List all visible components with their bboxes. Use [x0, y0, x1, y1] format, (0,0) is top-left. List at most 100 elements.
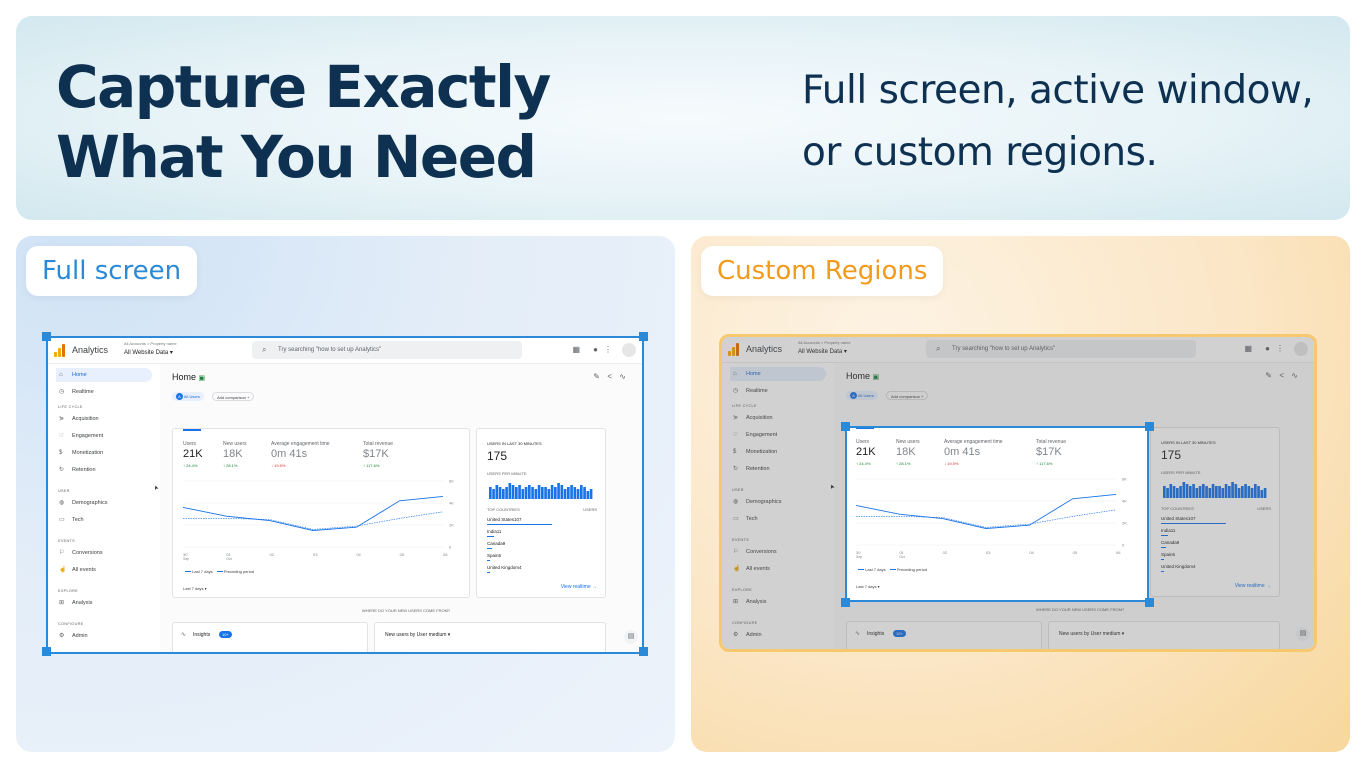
- apps-grid-icon[interactable]: ▦: [572, 345, 580, 354]
- y-tick-label: 0: [449, 545, 452, 550]
- hero-subtitle-line2: or custom regions.: [802, 130, 1158, 175]
- metric-delta: ↓ 19.5%: [271, 463, 286, 468]
- sidebar-item-acquisition[interactable]: ⋟ Acquisition: [56, 412, 152, 426]
- series-line-previous: [183, 511, 444, 530]
- flag-icon: ⚐: [59, 550, 65, 556]
- country-name: Spain: [487, 553, 499, 558]
- country-share-bar: [487, 572, 490, 573]
- selection-handle-top-left[interactable]: [42, 332, 51, 341]
- legend-previous-label: Preceding period: [896, 567, 928, 572]
- y-tick-label: 2K: [1122, 521, 1127, 526]
- analytics-logo-icon: [54, 344, 66, 357]
- overview-card: Users21K ↑ 24.4% New users18K ↑ 28.1% Averag…: [172, 428, 470, 598]
- add-comparison-button[interactable]: Add comparison +: [212, 392, 255, 401]
- date-range-selector[interactable]: Last 7 days ▾: [856, 584, 880, 589]
- x-tick-label: 04: [356, 552, 361, 557]
- active-tab-indicator: [856, 428, 874, 429]
- sidebar-item-realtime[interactable]: ◷ Realtime: [56, 385, 152, 399]
- gear-icon: ⚙: [59, 633, 65, 639]
- touch-icon: ☝: [59, 567, 67, 573]
- sidebar-item-conversions[interactable]: ⚐ Conversions: [56, 546, 152, 560]
- new-users-dropdown[interactable]: New users by User medium ▾: [385, 632, 450, 638]
- sidebar-item-analysis[interactable]: ⊞ Analysis: [56, 596, 152, 610]
- globe-icon: ◍: [59, 500, 65, 506]
- sidebar-item-admin[interactable]: ⚙ Admin: [56, 629, 152, 643]
- users-column-label: USERS: [583, 507, 597, 512]
- sidebar-item-label: Admin: [72, 633, 88, 639]
- sidebar-item-monetization[interactable]: $ Monetization: [56, 446, 152, 460]
- country-share-bar: [487, 560, 491, 561]
- sidebar-item-engagement[interactable]: ☞ Engagement: [56, 429, 152, 443]
- property-selector[interactable]: All Website Data ▾: [124, 349, 173, 356]
- region-handle-bottom-right[interactable]: [1145, 598, 1154, 607]
- hero-title-line1: Capture Exactly: [56, 53, 551, 121]
- share-icon[interactable]: <: [607, 372, 612, 381]
- series-line-current: [855, 493, 1117, 529]
- x-tick-label: 03: [313, 552, 318, 557]
- page-title: Home ▣: [172, 372, 205, 382]
- realtime-bar: [554, 487, 557, 499]
- realtime-bar: [547, 489, 551, 499]
- hero-subtitle: Full screen, active window, or custom re…: [802, 60, 1332, 184]
- realtime-bar: [489, 487, 492, 499]
- region-handle-bottom-left[interactable]: [841, 598, 850, 607]
- region-handle-top-right[interactable]: [1145, 422, 1154, 431]
- sidebar: ⌂ Home ◷ Realtime LIFE CYCLE ⋟ Acquisition …: [48, 364, 160, 652]
- realtime-bar: [515, 487, 518, 499]
- sidebar-item-label: Demographics: [72, 500, 108, 506]
- country-row: United Kingdom4: [487, 565, 597, 573]
- metric-delta: ↑ 28.1%: [223, 463, 238, 468]
- main-content: Home ▣ ✎ < ∿ A All Users Add comparison …: [160, 364, 642, 652]
- avatar-a-icon: A: [176, 393, 183, 400]
- realtime-bar: [534, 489, 538, 499]
- x-tick-label: 04: [1029, 550, 1034, 555]
- sidebar-item-label: Home: [72, 372, 87, 378]
- top-countries-header: TOP COUNTRIES USERS: [487, 507, 597, 512]
- users-per-minute-chart: [489, 483, 593, 499]
- sidebar-item-home[interactable]: ⌂ Home: [56, 368, 152, 382]
- insights-icon[interactable]: ∿: [619, 372, 626, 381]
- selection-handle-bottom-left[interactable]: [42, 647, 51, 656]
- selection-handle-top-right[interactable]: [639, 332, 648, 341]
- search-input[interactable]: ⌕ Try searching "how to set up Analytics": [252, 341, 522, 359]
- page-title-text: Home: [172, 372, 197, 382]
- realtime-bar: [563, 489, 567, 499]
- metric-value: 21K: [183, 448, 203, 460]
- realtime-bar: [521, 489, 525, 499]
- region-handle-top-left[interactable]: [841, 422, 850, 431]
- country-share-bar: [487, 536, 494, 537]
- property-name: All Website Data: [124, 350, 169, 356]
- avatar[interactable]: [622, 343, 636, 357]
- feedback-icon[interactable]: ▤: [624, 630, 638, 644]
- metric-value: 0m 41s: [271, 448, 308, 460]
- view-realtime-link[interactable]: View realtime →: [561, 584, 597, 590]
- sidebar-item-demographics[interactable]: ◍ Demographics: [56, 496, 152, 510]
- x-tick-sublabel: Oct: [899, 555, 904, 559]
- overview-card: Users21K ↑ 24.4% New users18K ↑ 28.1% Averag…: [847, 428, 1144, 597]
- legend-previous-swatch: [889, 569, 896, 571]
- selection-handle-bottom-right[interactable]: [639, 647, 648, 656]
- insights-badge: 10+: [219, 631, 232, 638]
- sidebar-item-all-events[interactable]: ☝ All events: [56, 563, 152, 577]
- more-vert-icon[interactable]: ⋮: [604, 345, 612, 354]
- series-line-previous: [856, 509, 1117, 528]
- sidebar-item-tech[interactable]: ▭ Tech: [56, 513, 152, 527]
- legend-current-swatch: [858, 569, 864, 571]
- realtime-bar: [544, 487, 547, 499]
- realtime-bar: [528, 485, 531, 499]
- users-line-chart: 02K4K6K30Sep01Oct0203040506: [855, 477, 1127, 559]
- sidebar-item-retention[interactable]: ↻ Retention: [56, 463, 152, 477]
- legend-previous-swatch: [216, 571, 223, 573]
- realtime-bar: [518, 485, 521, 499]
- y-tick-label: 4K: [449, 501, 454, 506]
- account-breadcrumb[interactable]: All Accounts > Property name: [124, 341, 177, 346]
- all-users-chip[interactable]: A All Users: [172, 392, 204, 401]
- country-share-bar: [487, 524, 552, 525]
- users-line-chart: 02K4K6K30Sep01Oct0203040506: [182, 479, 454, 561]
- help-icon[interactable]: ●: [593, 345, 598, 354]
- selected-region[interactable]: Users 21K ↑ 24.4% New users 18K ↑ 28.1% Averag…: [845, 426, 1149, 602]
- users-per-minute-label: USERS PER MINUTE: [487, 471, 527, 476]
- date-range-selector[interactable]: Last 7 days ▾: [183, 586, 207, 591]
- edit-icon[interactable]: ✎: [593, 372, 600, 381]
- all-users-label: All Users: [183, 394, 200, 399]
